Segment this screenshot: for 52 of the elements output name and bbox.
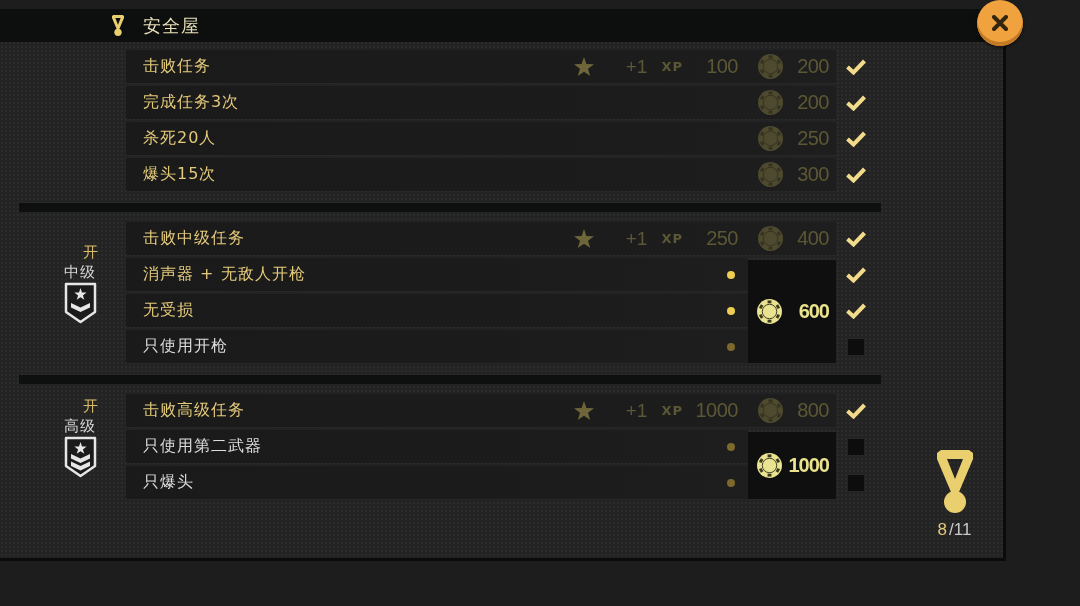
star-icon (573, 401, 594, 420)
mission-name: 杀死20人 (143, 128, 218, 149)
mission-name: 击败任务 (143, 56, 212, 77)
star-reward: +1 (625, 399, 648, 422)
coin-icon (757, 453, 782, 478)
medal-icon (936, 450, 973, 513)
star-reward: +1 (625, 227, 648, 250)
coin-icon (758, 398, 783, 423)
reward-amount: 200 (797, 91, 829, 114)
mission-name: 只爆头 (143, 472, 195, 493)
close-button[interactable] (977, 0, 1023, 46)
mission-name: 完成任务3次 (143, 92, 241, 113)
xp-label: XP (661, 231, 683, 246)
coin-icon (758, 226, 783, 251)
rank-name: 高级 (64, 415, 96, 436)
rank-name: 中级 (64, 261, 96, 282)
star-icon (573, 229, 594, 248)
rank-status: 开 (83, 395, 98, 416)
mission-name: 消声器 + 无敌人开枪 (143, 264, 307, 285)
mission-name: 无受损 (143, 300, 195, 321)
coin-icon (758, 162, 783, 187)
xp-amount: 100 (706, 55, 738, 78)
reward-amount: 1000 (788, 454, 829, 477)
progress-count: 8 (937, 520, 948, 540)
close-icon (992, 15, 1008, 31)
mission-name: 爆头15次 (143, 164, 218, 185)
star-reward: +1 (625, 55, 648, 78)
chevron-badge-icon (63, 435, 97, 478)
coin-icon (758, 54, 783, 79)
coin-icon (758, 90, 783, 115)
progress-total: /11 (949, 520, 972, 540)
reward-amount: 200 (797, 55, 829, 78)
coin-icon (758, 126, 783, 151)
reward-amount: 300 (797, 163, 829, 186)
reward-amount: 800 (797, 399, 829, 422)
mission-name: 只使用开枪 (143, 336, 229, 357)
reward-amount: 400 (797, 227, 829, 250)
star-icon (573, 57, 594, 76)
mission-name: 只使用第二武器 (143, 436, 263, 457)
reward-amount: 250 (797, 127, 829, 150)
xp-amount: 250 (706, 227, 738, 250)
chevron-badge-icon (63, 281, 97, 324)
mission-name: 击败中级任务 (143, 228, 246, 249)
reward-amount: 600 (798, 300, 829, 323)
xp-label: XP (661, 403, 683, 418)
coin-icon (757, 299, 782, 324)
xp-amount: 1000 (695, 399, 738, 422)
window-title: 安全屋 (143, 13, 200, 38)
rank-status: 开 (83, 241, 98, 262)
xp-label: XP (661, 59, 683, 74)
mission-name: 击败高级任务 (143, 400, 246, 421)
medal-icon (112, 15, 124, 36)
